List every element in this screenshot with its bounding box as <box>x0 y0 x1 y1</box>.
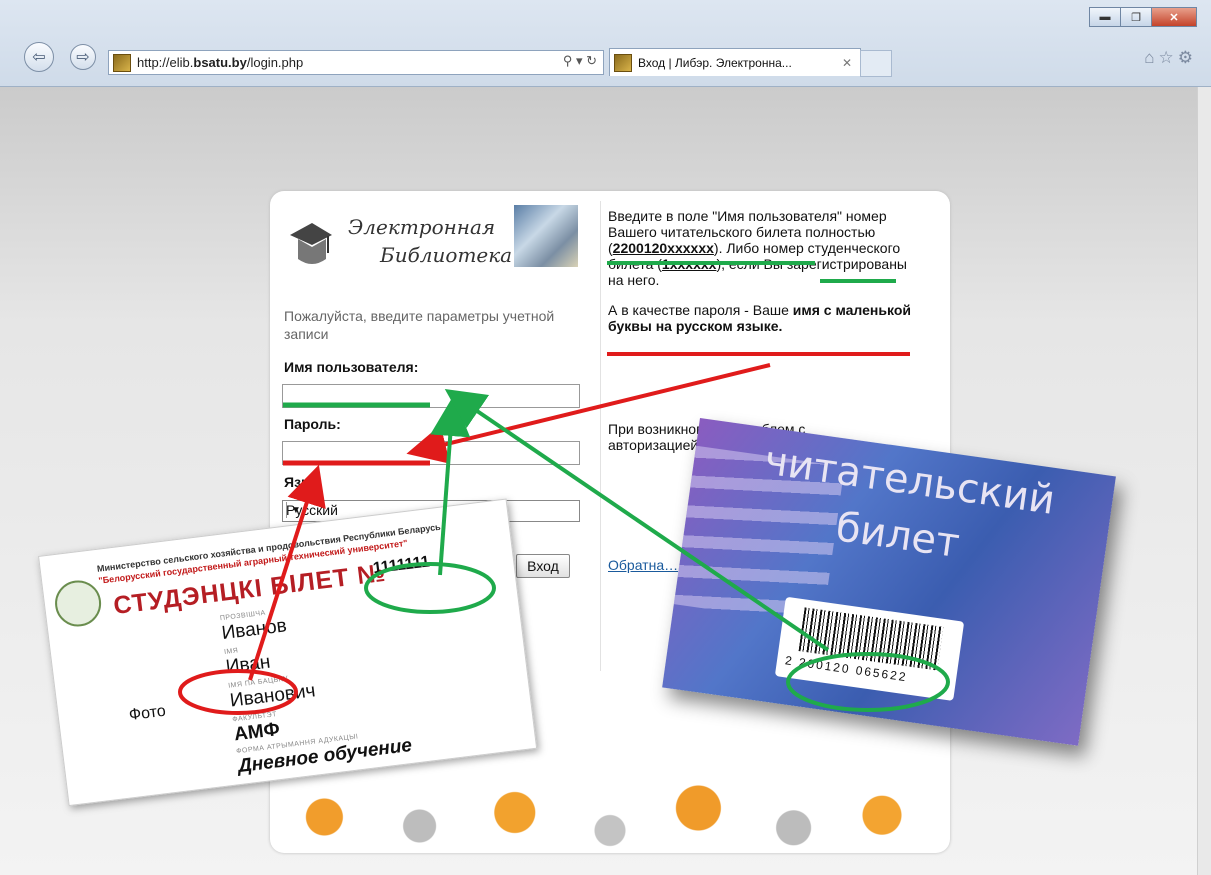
scrollbar[interactable] <box>1197 87 1211 875</box>
student-code-example: 1xxxxxx <box>661 256 717 272</box>
books-image <box>514 205 578 267</box>
help-paragraph-username: Введите в поле "Имя пользователя" номер … <box>608 208 907 288</box>
barcode-label: 2 200120 065622 <box>774 596 965 701</box>
forward-button[interactable]: ⇨ <box>70 44 96 70</box>
help-text: Введите в поле "Имя пользователя" номер … <box>608 208 918 348</box>
faculty-value: АМФ <box>232 718 281 746</box>
star-icon[interactable]: ☆ <box>1159 48 1178 67</box>
maximize-button[interactable]: ❐ <box>1120 7 1152 27</box>
login-button[interactable]: Вход <box>516 554 570 578</box>
username-label: Имя пользователя: <box>284 359 419 375</box>
login-prompt: Пожалуйста, введите параметры учетной за… <box>284 308 555 342</box>
browser-chrome: ▬ ❐ ✕ ⇦ ⇨ http://elib. bsatu.by/login.php… <box>0 0 1211 87</box>
feedback-link[interactable]: Обратна… <box>608 557 678 573</box>
site-favicon-icon <box>113 53 131 72</box>
address-tools-icon[interactable]: ⚲ ▾ ↻ <box>563 53 597 69</box>
divider <box>600 201 601 671</box>
tab-close-icon[interactable]: ✕ <box>842 56 852 70</box>
logo-line1: Электронная <box>348 215 496 239</box>
library-logo: Электронная Библиотека <box>286 205 581 275</box>
new-tab-button[interactable] <box>860 50 892 77</box>
chevron-down-icon: ▼ <box>286 502 305 518</box>
university-emblem-icon <box>52 577 104 630</box>
graduation-cap-icon <box>290 223 332 264</box>
gear-icon[interactable]: ⚙ <box>1178 48 1197 67</box>
toolbar-icons: ⌂☆⚙ <box>1144 48 1197 68</box>
password-input[interactable] <box>282 441 580 465</box>
password-label: Пароль: <box>284 416 341 432</box>
library-card-line2: билет <box>832 504 963 568</box>
ticket-code-example: 2200120xxxxxx <box>612 240 714 256</box>
leaves-footer-image <box>270 763 950 853</box>
name-value: Иван <box>224 651 272 678</box>
library-card-image: читательский билет 2 200120 065622 <box>662 418 1116 746</box>
home-icon[interactable]: ⌂ <box>1144 48 1158 67</box>
back-arrow-icon: ⇦ <box>32 49 46 66</box>
address-bar[interactable]: http://elib. bsatu.by/login.php ⚲ ▾ ↻ <box>108 50 604 75</box>
url-path: /login.php <box>246 55 304 70</box>
window-controls: ▬ ❐ ✕ <box>1089 7 1197 27</box>
tab-favicon-icon <box>614 53 632 72</box>
url-prefix: http://elib. <box>137 55 194 70</box>
tab-login[interactable]: Вход | Либэр. Электронна... ✕ <box>609 48 861 76</box>
language-label: Язык <box>284 474 320 490</box>
url-domain: bsatu.by <box>193 55 247 70</box>
username-input[interactable] <box>282 384 580 408</box>
minimize-button[interactable]: ▬ <box>1089 7 1121 27</box>
help-paragraph-password: А в качестве пароля - Ваше имя с маленьк… <box>608 302 911 334</box>
photo-placeholder: Фото <box>128 702 167 725</box>
logo-line2: Библиотека <box>380 243 513 267</box>
close-window-button[interactable]: ✕ <box>1151 7 1197 27</box>
student-card-number: 1111111 <box>372 553 431 578</box>
back-button[interactable]: ⇦ <box>24 42 54 72</box>
forward-arrow-icon: ⇨ <box>76 49 90 66</box>
tab-title: Вход | Либэр. Электронна... <box>638 55 792 70</box>
